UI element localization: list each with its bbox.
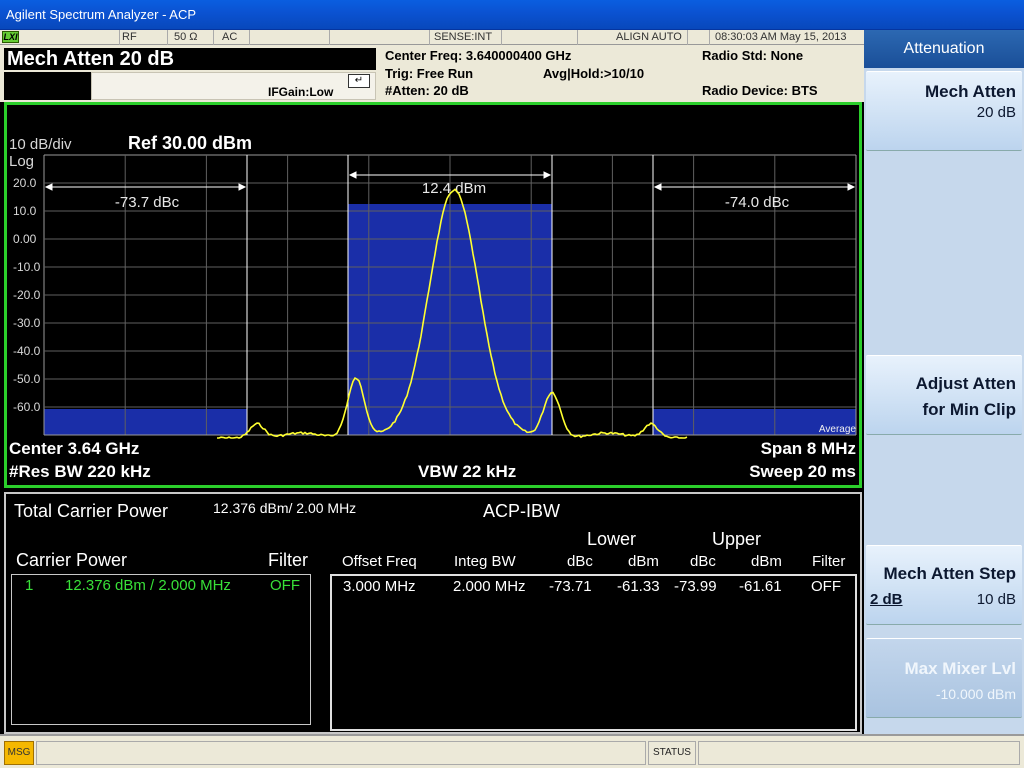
acp-results-panel: Total Carrier Power 12.376 dBm/ 2.00 MHz… (4, 492, 862, 734)
carrier-row-power: 12.376 dBm / 2.000 MHz (65, 577, 231, 594)
datetime: 08:30:03 AM May 15, 2013 (715, 31, 847, 43)
instrument-status-strip: LXI RF 50 Ω AC SENSE:INT ALIGN AUTO 08:3… (0, 30, 864, 45)
bottom-status-bar: MSG STATUS (0, 734, 1024, 768)
lower-header: Lower (587, 529, 637, 549)
y-tick-label: -30.0 (13, 316, 41, 330)
entry-box (4, 72, 91, 100)
sense-indicator: SENSE:INT (430, 30, 502, 45)
status-indicator[interactable]: STATUS (648, 741, 696, 765)
offset-row-upper-dbm: -61.61 (739, 578, 782, 595)
measurement-header: Mech Atten 20 dB IFGain:Low ↵ Center Fre… (0, 45, 864, 102)
span-label: Span 8 MHz (761, 439, 856, 458)
y-tick-label: 20.0 (13, 176, 37, 190)
total-carrier-power-label: Total Carrier Power (14, 501, 169, 521)
rf-indicator: RF (120, 30, 168, 45)
acp-mode-label: ACP-IBW (483, 501, 561, 521)
vbw-label: VBW 22 kHz (418, 462, 516, 481)
y-tick-label: -50.0 (13, 372, 41, 386)
adjust-atten-label-line2: for Min Clip (922, 400, 1016, 419)
scale-type-label: Log (9, 153, 34, 170)
empty-softkey-3[interactable] (866, 235, 1022, 315)
center-freq-readout: Center Freq: 3.640000400 GHz (385, 48, 572, 63)
offset-row-filter: OFF (811, 578, 841, 595)
scale-label: 10 dB/div (9, 136, 72, 153)
upper-dbm-header: dBm (751, 553, 782, 570)
y-tick-label: -60.0 (13, 400, 41, 414)
spectrum-graph-panel[interactable]: 10 dB/div Log Ref 30.00 dBm 20.0 10.0 0.00… (4, 102, 862, 488)
mech-atten-softkey[interactable]: Mech Atten 20 dB (866, 71, 1022, 151)
msg-indicator[interactable]: MSG (4, 741, 34, 765)
align-indicator: ALIGN AUTO (578, 30, 688, 45)
message-field (36, 741, 646, 765)
mech-atten-label: Mech Atten (925, 82, 1016, 101)
step-option-2db[interactable]: 2 dB (870, 591, 903, 608)
carrier-table: 1 12.376 dBm / 2.000 MHz OFF (11, 574, 311, 725)
empty-softkey-2[interactable] (866, 153, 1022, 233)
window-title: Agilent Spectrum Analyzer - ACP (6, 7, 197, 22)
lxi-logo: LXI (2, 31, 19, 43)
offset-row-lower-dbc: -73.71 (549, 578, 592, 595)
integ-bw-header: Integ BW (454, 553, 516, 570)
carrier-row-number: 1 (25, 577, 34, 594)
ref-level-label: Ref 30.00 dBm (128, 133, 252, 153)
radio-device-readout: Radio Device: BTS (702, 83, 818, 98)
total-carrier-power-value: 12.376 dBm/ 2.00 MHz (213, 500, 357, 516)
empty-softkey-5[interactable] (866, 437, 1022, 543)
ifgain-label: IFGain:Low (268, 85, 334, 99)
atten-readout: #Atten: 20 dB (385, 83, 469, 98)
return-arrow-icon[interactable]: ↵ (348, 74, 370, 88)
window-title-bar: Agilent Spectrum Analyzer - ACP (0, 0, 1024, 30)
max-mixer-lvl-label: Max Mixer Lvl (904, 659, 1017, 678)
carrier-filter-header: Filter (268, 550, 308, 570)
max-mixer-lvl-softkey[interactable]: Max Mixer Lvl -10.000 dBm (866, 638, 1022, 718)
lower-dbc-header: dBc (567, 553, 593, 570)
offset-row-upper-dbc: -73.99 (674, 578, 717, 595)
offset-row-freq: 3.000 MHz (343, 578, 416, 595)
lower-offset-dbc-label: -73.7 dBc (115, 194, 180, 211)
mech-atten-value: 20 dB (976, 104, 1016, 121)
status-field (698, 741, 1020, 765)
trigger-readout: Trig: Free Run (385, 66, 474, 81)
lower-offset-band (44, 409, 247, 435)
center-freq-label: Center 3.64 GHz (9, 439, 139, 458)
avg-hold-readout: Avg|Hold:>10/10 (543, 66, 645, 81)
spectrum-graph[interactable]: 10 dB/div Log Ref 30.00 dBm 20.0 10.0 0.00… (7, 105, 859, 485)
offset-row-lower-dbm: -61.33 (617, 578, 660, 595)
upper-dbc-header: dBc (690, 553, 716, 570)
upper-offset-dbc-label: -74.0 dBc (725, 194, 790, 211)
adjust-atten-softkey[interactable]: Adjust Atten for Min Clip (866, 355, 1022, 435)
trace-mode-label: Average (819, 424, 857, 435)
res-bw-label: #Res BW 220 kHz (9, 462, 151, 481)
y-tick-label: 10.0 (13, 204, 37, 218)
sweep-label: Sweep 20 ms (749, 462, 856, 481)
y-tick-label: -20.0 (13, 288, 41, 302)
y-tick-label: -10.0 (13, 260, 41, 274)
offset-filter-header: Filter (812, 553, 846, 570)
carrier-power-label: 12.4 dBm (422, 180, 486, 197)
lower-dbm-header: dBm (628, 553, 659, 570)
offset-freq-header: Offset Freq (342, 553, 417, 570)
carrier-power-header: Carrier Power (16, 550, 128, 570)
impedance-indicator: 50 Ω (168, 30, 214, 45)
max-mixer-lvl-value: -10.000 dBm (935, 686, 1016, 702)
coupling-indicator: AC (214, 30, 250, 45)
offset-table: 3.000 MHz 2.000 MHz -73.71 -61.33 -73.99… (330, 574, 857, 731)
y-tick-label: 0.00 (13, 232, 37, 246)
adjust-atten-label-line1: Adjust Atten (915, 374, 1016, 393)
offset-row-integ-bw: 2.000 MHz (453, 578, 526, 595)
ifgain-panel: IFGain:Low ↵ (91, 72, 376, 100)
upper-header: Upper (712, 529, 762, 549)
y-axis-tick-labels: 20.0 10.0 0.00 -10.0 -20.0 -30.0 -40.0 -50.0 -60… (13, 176, 41, 414)
softkey-panel: Attenuation Mech Atten 20 dB Adjust Atte… (864, 30, 1024, 734)
mech-atten-step-softkey[interactable]: Mech Atten Step 2 dB 10 dB (866, 545, 1022, 625)
carrier-row-filter: OFF (270, 577, 300, 594)
softkey-menu-title: Attenuation (864, 30, 1024, 68)
y-tick-label: -40.0 (13, 344, 41, 358)
mech-atten-step-label: Mech Atten Step (883, 564, 1016, 583)
radio-std-readout: Radio Std: None (702, 48, 804, 63)
active-function-readout: Mech Atten 20 dB (4, 48, 376, 70)
step-option-10db[interactable]: 10 dB (977, 591, 1016, 608)
